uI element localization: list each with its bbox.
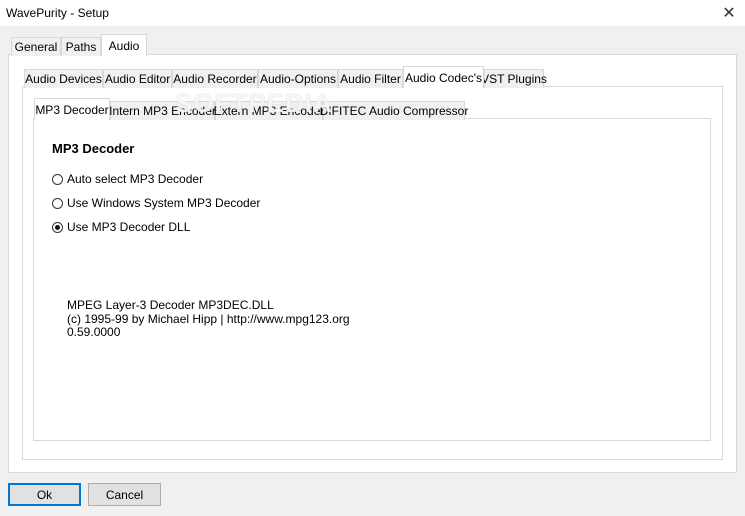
radio-windows-system[interactable]: Use Windows System MP3 Decoder <box>52 196 260 210</box>
decoder-info-version: 0.59.0000 <box>67 325 121 339</box>
radio-button-icon <box>52 173 63 185</box>
section-heading: MP3 Decoder <box>52 141 135 156</box>
tab-vst-plugins[interactable]: VST Plugins <box>481 69 547 88</box>
tab-difitec-audio-compressor[interactable]: DIFITEC Audio Compressor <box>320 101 468 120</box>
tab-audio-filter[interactable]: Audio Filter <box>338 69 403 88</box>
tab-extern-mp3-encoder[interactable]: Extern MP3 Encoder <box>214 101 324 120</box>
tab-audio-codecs[interactable]: Audio Codec's <box>403 66 484 88</box>
tab-audio-recorder[interactable]: Audio Recorder <box>172 69 258 88</box>
mp3-decoder-panel <box>33 118 711 441</box>
radio-label: Auto select MP3 Decoder <box>67 172 204 186</box>
tab-paths[interactable]: Paths <box>61 37 101 56</box>
tab-audio[interactable]: Audio <box>101 34 147 56</box>
decoder-info-name: MPEG Layer-3 Decoder MP3DEC.DLL <box>67 298 274 312</box>
window-title: WavePurity - Setup <box>6 6 109 20</box>
ok-button[interactable]: Ok <box>8 483 81 506</box>
tab-mp3-decoder[interactable]: MP3 Decoder <box>34 98 110 120</box>
radio-decoder-dll[interactable]: Use MP3 Decoder DLL <box>52 220 190 234</box>
radio-auto-select[interactable]: Auto select MP3 Decoder <box>52 172 203 186</box>
tab-audio-devices[interactable]: Audio Devices <box>24 69 103 88</box>
radio-label: Use Windows System MP3 Decoder <box>67 196 261 210</box>
radio-button-icon <box>52 197 63 209</box>
tab-audio-editor[interactable]: Audio Editor <box>103 69 172 88</box>
cancel-button[interactable]: Cancel <box>88 483 161 506</box>
tab-intern-mp3-encoder[interactable]: Intern MP3 Encoder <box>109 101 216 120</box>
tab-audio-options[interactable]: Audio-Options <box>258 69 338 88</box>
radio-button-checked-icon <box>52 221 63 233</box>
decoder-info-copyright: (c) 1995-99 by Michael Hipp | http://www… <box>67 312 350 326</box>
radio-label: Use MP3 Decoder DLL <box>67 220 191 234</box>
title-bar: WavePurity - Setup ✕ <box>0 0 745 26</box>
tab-general[interactable]: General <box>11 37 61 56</box>
close-icon[interactable]: ✕ <box>717 2 741 24</box>
